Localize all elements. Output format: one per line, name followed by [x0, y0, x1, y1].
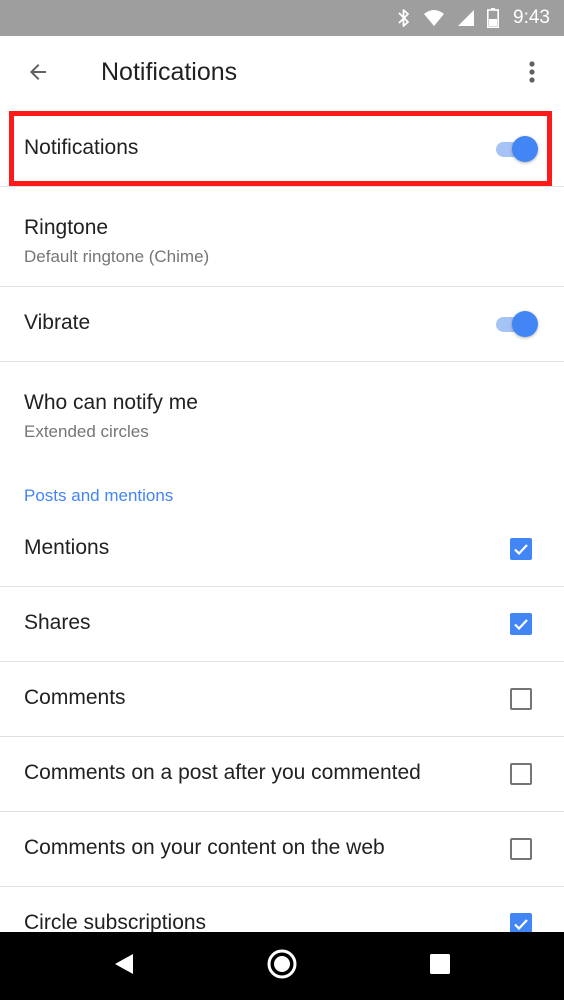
list-item-comments[interactable]: Comments — [0, 662, 564, 737]
check-icon — [514, 919, 528, 931]
vibrate-label: Vibrate — [24, 311, 91, 334]
vibrate-row[interactable]: Vibrate — [0, 287, 564, 362]
posts-section-header: Posts and mentions — [0, 462, 564, 512]
nav-back-button[interactable] — [104, 946, 144, 986]
mentions-checkbox[interactable] — [510, 538, 532, 560]
list-item-label: Comments on a post after you commented — [24, 761, 421, 784]
cellular-icon — [457, 8, 475, 28]
vibrate-toggle[interactable] — [492, 309, 538, 339]
battery-icon — [487, 8, 500, 28]
nav-home-button[interactable] — [262, 946, 302, 986]
bluetooth-icon — [397, 8, 411, 28]
list-item-label: Mentions — [24, 536, 110, 559]
shares-checkbox[interactable] — [510, 613, 532, 635]
comments-web-checkbox[interactable] — [510, 838, 532, 860]
who-can-notify-label: Who can notify me — [24, 391, 198, 414]
notifications-toggle[interactable] — [492, 134, 538, 164]
comments-checkbox[interactable] — [510, 688, 532, 710]
list-item-mentions[interactable]: Mentions — [0, 512, 564, 587]
nav-recents-icon — [429, 953, 451, 980]
nav-home-icon — [266, 948, 298, 985]
settings-list: Notifications Ringtone Default ringtone … — [0, 112, 564, 962]
status-bar: 9:43 — [0, 0, 564, 36]
notifications-label: Notifications — [24, 136, 139, 159]
wifi-icon — [423, 8, 445, 28]
app-bar: Notifications — [0, 36, 564, 112]
nav-recents-button[interactable] — [420, 946, 460, 986]
arrow-back-icon — [26, 60, 50, 89]
status-time: 9:43 — [513, 7, 550, 28]
who-can-notify-row[interactable]: Who can notify me Extended circles — [0, 362, 564, 462]
overflow-menu-button[interactable] — [520, 54, 544, 94]
check-icon — [514, 619, 528, 631]
section-header-label: Posts and mentions — [24, 486, 174, 505]
page-title: Notifications — [101, 58, 238, 86]
ringtone-row[interactable]: Ringtone Default ringtone (Chime) — [0, 187, 564, 287]
ringtone-label: Ringtone — [24, 216, 109, 239]
list-item-label: Comments — [24, 686, 126, 709]
back-button[interactable] — [18, 54, 58, 94]
toggle-thumb — [512, 136, 538, 162]
notifications-row[interactable]: Notifications — [0, 112, 564, 187]
screen: 9:43 Notifications Notifications Rington… — [0, 0, 564, 1000]
comments-after-checkbox[interactable] — [510, 763, 532, 785]
who-can-notify-value: Extended circles — [24, 422, 149, 441]
list-item-shares[interactable]: Shares — [0, 587, 564, 662]
nav-back-icon — [113, 952, 135, 981]
list-item-label: Shares — [24, 611, 91, 634]
list-item-comments-web[interactable]: Comments on your content on the web — [0, 812, 564, 887]
check-icon — [514, 544, 528, 556]
ringtone-value: Default ringtone (Chime) — [24, 247, 210, 266]
navigation-bar — [0, 932, 564, 1000]
more-vert-icon — [529, 60, 535, 89]
list-item-comments-after[interactable]: Comments on a post after you commented — [0, 737, 564, 812]
list-item-label: Comments on your content on the web — [24, 836, 385, 859]
toggle-thumb — [512, 311, 538, 337]
